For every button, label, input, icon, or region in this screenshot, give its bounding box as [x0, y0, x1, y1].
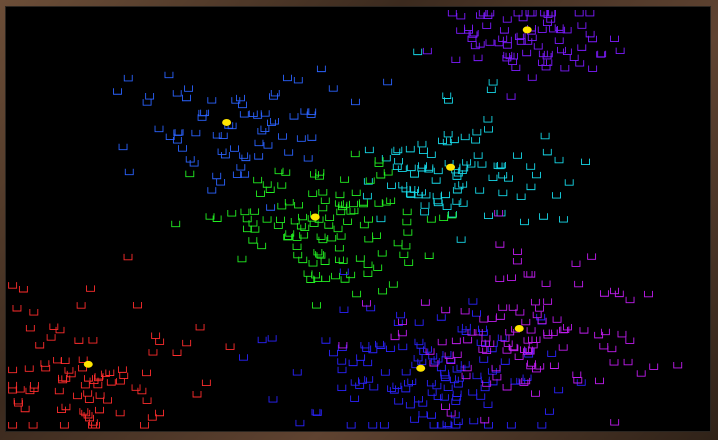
- scatter-viewport: [5, 6, 711, 432]
- plot-background: [6, 7, 710, 431]
- green-centroid-icon: [310, 213, 320, 221]
- navy-blue-centroid-icon: [416, 364, 426, 372]
- scatter-plot: [6, 7, 710, 431]
- purple-centroid-icon: [522, 26, 532, 34]
- blue-centroid-icon: [222, 118, 232, 126]
- application-window: [0, 0, 718, 440]
- magenta-centroid-icon: [514, 325, 524, 332]
- red-centroid-icon: [83, 360, 93, 368]
- cyan-centroid-icon: [446, 163, 456, 171]
